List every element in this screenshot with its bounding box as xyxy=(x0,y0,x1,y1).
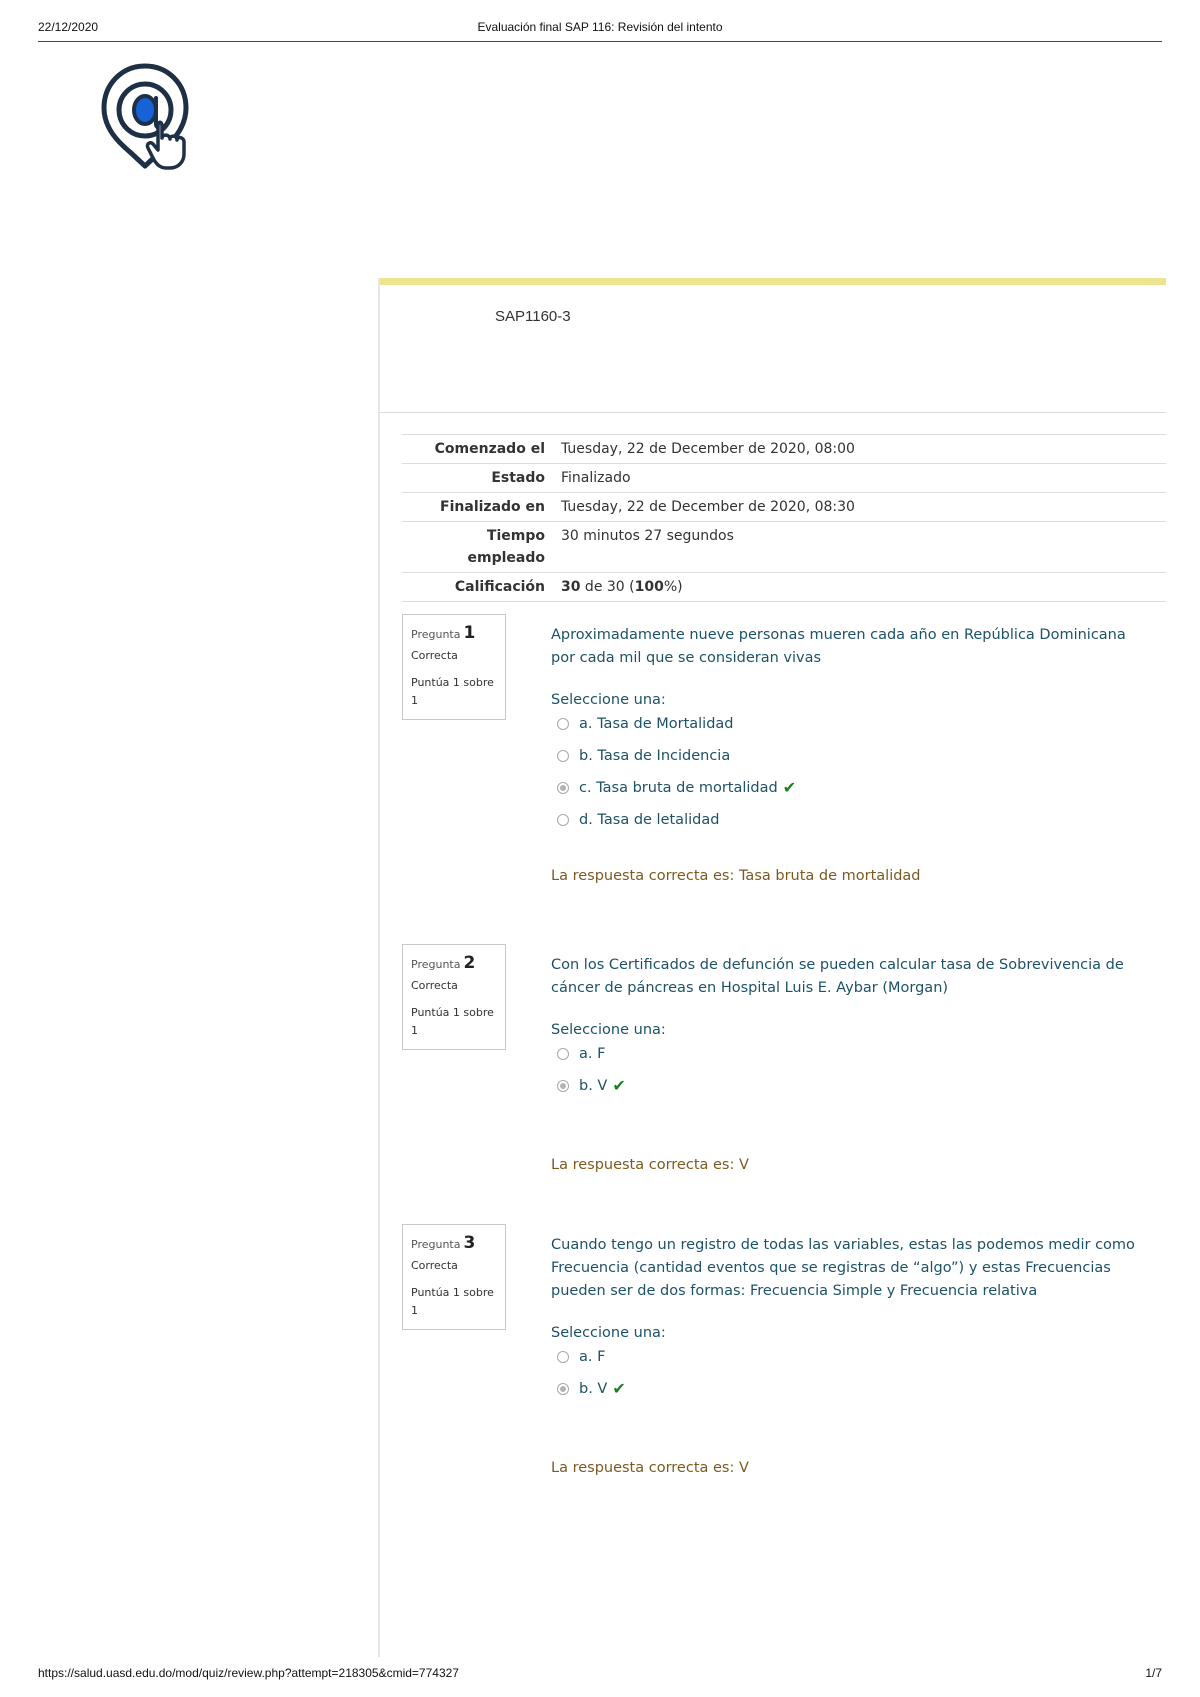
summary-label: Tiempo empleado xyxy=(402,521,553,573)
answer-option[interactable]: b. Tasa de Incidencia xyxy=(551,740,1151,772)
summary-value: 30 minutos 27 segundos xyxy=(553,521,1166,573)
question-info-box: Pregunta 2 Correcta Puntúa 1 sobre 1 xyxy=(402,944,506,1050)
summary-label: Finalizado en xyxy=(402,492,553,522)
question-label: Pregunta xyxy=(411,958,461,971)
summary-row: Calificación 30 de 30 (100%) xyxy=(402,572,1166,602)
print-footer: https://salud.uasd.edu.do/mod/quiz/revie… xyxy=(38,1666,1162,1680)
question-content: Con los Certificados de defunción se pue… xyxy=(551,954,1151,1102)
option-label: b. V xyxy=(579,1381,608,1397)
grade-mid: de 30 ( xyxy=(580,579,635,595)
check-icon: ✔ xyxy=(612,1379,626,1398)
question-label: Pregunta xyxy=(411,628,461,641)
question-info-box: Pregunta 1 Correcta Puntúa 1 sobre 1 xyxy=(402,614,506,720)
option-label: a. F xyxy=(579,1349,606,1365)
print-header: 22/12/2020 Evaluación final SAP 116: Rev… xyxy=(38,18,1162,42)
answer-option[interactable]: a. Tasa de Mortalidad xyxy=(551,708,1151,740)
option-label: b. Tasa de Incidencia xyxy=(579,748,731,764)
grade-percent: 100 xyxy=(634,579,664,595)
answer-option-selected[interactable]: b. V ✔ xyxy=(551,1373,1151,1405)
radio-button[interactable] xyxy=(557,1351,569,1363)
option-label: b. V xyxy=(579,1078,608,1094)
question-content: Aproximadamente nueve personas mueren ca… xyxy=(551,624,1151,836)
summary-label: Estado xyxy=(402,463,553,493)
radio-button[interactable] xyxy=(557,718,569,730)
page-url: https://salud.uasd.edu.do/mod/quiz/revie… xyxy=(38,1666,459,1680)
course-code: SAP1160-3 xyxy=(495,308,571,325)
grade-end: %) xyxy=(663,579,683,595)
question-info-box: Pregunta 3 Correcta Puntúa 1 sobre 1 xyxy=(402,1224,506,1330)
question-text: Aproximadamente nueve personas mueren ca… xyxy=(551,627,1126,666)
answer-option[interactable]: a. F xyxy=(551,1341,1151,1373)
main-column: SAP1160-3 Comenzado el Tuesday, 22 de De… xyxy=(378,278,1166,1657)
summary-row: Estado Finalizado xyxy=(402,463,1166,493)
summary-value: Tuesday, 22 de December de 2020, 08:30 xyxy=(553,492,1166,522)
question-content: Cuando tengo un registro de todas las va… xyxy=(551,1234,1151,1405)
answer-option[interactable]: a. F xyxy=(551,1038,1151,1070)
radio-button[interactable] xyxy=(557,1048,569,1060)
accent-bar xyxy=(380,278,1166,285)
question-grade: Puntúa 1 sobre 1 xyxy=(411,676,494,707)
print-title: Evaluación final SAP 116: Revisión del i… xyxy=(477,20,723,34)
radio-button[interactable] xyxy=(557,814,569,826)
correct-answer-feedback: La respuesta correcta es: V xyxy=(551,1460,749,1476)
question-grade: Puntúa 1 sobre 1 xyxy=(411,1286,494,1317)
summary-label: Comenzado el xyxy=(402,434,553,464)
summary-row: Finalizado en Tuesday, 22 de December de… xyxy=(402,492,1166,522)
summary-label: Calificación xyxy=(402,572,553,602)
summary-label-text: Tiempo empleado xyxy=(467,528,546,566)
answer-option-selected[interactable]: c. Tasa bruta de mortalidad ✔ xyxy=(551,772,1151,804)
summary-row: Comenzado el Tuesday, 22 de December de … xyxy=(402,434,1166,464)
question-state: Correcta xyxy=(411,979,458,992)
question-text: Con los Certificados de defunción se pue… xyxy=(551,957,1124,996)
section-divider xyxy=(380,412,1166,413)
correct-answer-feedback: La respuesta correcta es: V xyxy=(551,1157,749,1173)
question-number: 3 xyxy=(463,1233,476,1253)
question-state: Correcta xyxy=(411,649,458,662)
option-label: c. Tasa bruta de mortalidad xyxy=(579,780,778,796)
page-number: 1/7 xyxy=(1145,1666,1162,1680)
question-label: Pregunta xyxy=(411,1238,461,1251)
header-rule xyxy=(38,41,1162,42)
option-label: a. Tasa de Mortalidad xyxy=(579,716,734,732)
question-state: Correcta xyxy=(411,1259,458,1272)
option-label: a. F xyxy=(579,1046,606,1062)
radio-button[interactable] xyxy=(557,750,569,762)
radio-button-selected[interactable] xyxy=(557,1383,569,1395)
grade-score: 30 xyxy=(561,579,581,595)
radio-button-selected[interactable] xyxy=(557,782,569,794)
at-sign-tap-icon xyxy=(100,62,200,172)
summary-value: Tuesday, 22 de December de 2020, 08:00 xyxy=(553,434,1166,464)
select-prompt: Seleccione una: xyxy=(551,692,666,708)
summary-grade-value: 30 de 30 (100%) xyxy=(553,572,1166,602)
correct-answer-feedback: La respuesta correcta es: Tasa bruta de … xyxy=(551,868,921,884)
summary-value: Finalizado xyxy=(553,463,1166,493)
check-icon: ✔ xyxy=(612,1076,626,1095)
question-grade: Puntúa 1 sobre 1 xyxy=(411,1006,494,1037)
check-icon: ✔ xyxy=(782,778,797,797)
question-text: Cuando tengo un registro de todas las va… xyxy=(551,1237,1135,1299)
select-prompt: Seleccione una: xyxy=(551,1022,666,1038)
question-number: 2 xyxy=(463,953,476,973)
summary-row: Tiempo empleado 30 minutos 27 segundos xyxy=(402,521,1166,573)
select-prompt: Seleccione una: xyxy=(551,1325,666,1341)
radio-button-selected[interactable] xyxy=(557,1080,569,1092)
answer-option-selected[interactable]: b. V ✔ xyxy=(551,1070,1151,1102)
attempt-summary-table: Comenzado el Tuesday, 22 de December de … xyxy=(402,434,1166,602)
answer-option[interactable]: d. Tasa de letalidad xyxy=(551,804,1151,836)
option-label: d. Tasa de letalidad xyxy=(579,812,720,828)
question-number: 1 xyxy=(463,623,476,643)
